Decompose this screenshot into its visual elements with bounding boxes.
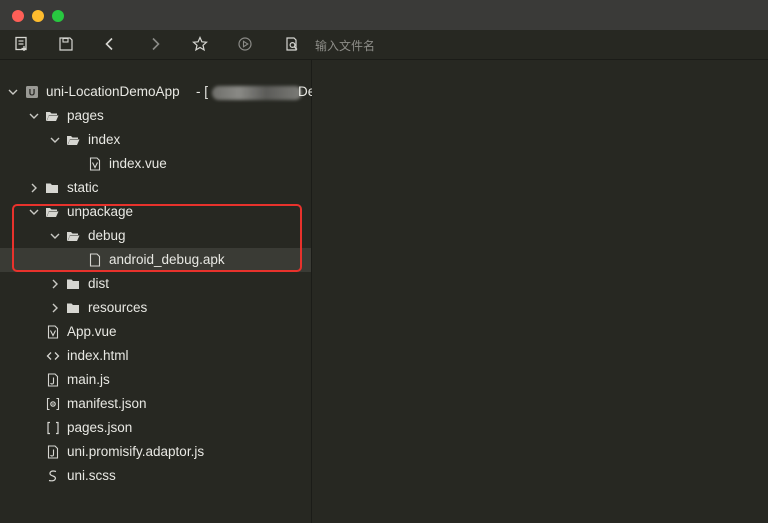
tree-row-resources[interactable]: resources (0, 296, 311, 320)
chevron-right-icon[interactable] (28, 182, 40, 194)
vue-file-icon (89, 157, 101, 171)
tree-row-static[interactable]: static (0, 176, 311, 200)
tree-item-label: resources (88, 300, 148, 315)
json-file-icon (47, 421, 59, 435)
minimize-window-button[interactable] (32, 10, 44, 22)
project-icon: U (26, 86, 38, 98)
toolbar: 输入文件名 (0, 30, 768, 60)
tree-row-pages-json[interactable]: pages.json (0, 416, 311, 440)
js-file-icon (47, 373, 59, 387)
tree-row-main-js[interactable]: main.js (0, 368, 311, 392)
tree-item-label: index.vue (109, 156, 167, 171)
tree-row-uni-scss[interactable]: uni.scss (0, 464, 311, 488)
svg-text:U: U (29, 88, 36, 98)
tree-item-label: static (67, 180, 99, 195)
project-explorer: U uni-LocationDemoApp - [ De pages index… (0, 60, 315, 523)
tree-row-uni-promisify-adaptor-js[interactable]: uni.promisify.adaptor.js (0, 440, 311, 464)
chevron-down-icon[interactable] (7, 86, 19, 98)
tree-row-pages[interactable]: pages (0, 104, 311, 128)
tree-item-label: index.html (67, 348, 129, 363)
tree-row-manifest-json[interactable]: manifest.json (0, 392, 311, 416)
file-search-input[interactable]: 输入文件名 (315, 37, 375, 54)
tree-item-label: pages.json (67, 420, 133, 435)
tree-row-index-html[interactable]: index.html (0, 344, 311, 368)
chevron-down-icon[interactable] (28, 110, 40, 122)
project-name: uni-LocationDemoApp (46, 84, 180, 99)
tree-item-label: manifest.json (67, 396, 147, 411)
search-file-icon[interactable] (282, 35, 302, 53)
tree-row-index-vue[interactable]: index.vue (0, 152, 311, 176)
folder-open-icon (67, 136, 80, 145)
folder-icon (67, 303, 79, 313)
chevron-right-icon[interactable] (49, 302, 61, 314)
tree-row-index-folder[interactable]: index (0, 128, 311, 152)
blurred-redaction (212, 86, 302, 100)
tree-item-label: pages (67, 108, 104, 123)
project-suffix: - [ (196, 84, 208, 99)
scss-file-icon (48, 470, 57, 482)
window-titlebar (0, 0, 768, 31)
tree-item-label: App.vue (67, 324, 117, 339)
folder-open-icon (46, 112, 59, 121)
vue-file-icon (47, 325, 59, 339)
annotation-highlight-box (12, 204, 302, 272)
tree-item-label: dist (88, 276, 110, 291)
run-icon[interactable] (235, 35, 255, 53)
tree-row-dist[interactable]: dist (0, 272, 311, 296)
chevron-down-icon[interactable] (49, 134, 61, 146)
star-icon[interactable] (190, 35, 210, 53)
save-icon[interactable] (56, 35, 76, 53)
close-window-button[interactable] (12, 10, 24, 22)
new-file-icon[interactable] (12, 35, 32, 53)
chevron-right-icon[interactable] (49, 278, 61, 290)
tree-row-app-vue[interactable]: App.vue (0, 320, 311, 344)
tree-row-project[interactable]: U uni-LocationDemoApp - [ De (0, 80, 315, 104)
maximize-window-button[interactable] (52, 10, 64, 22)
tree-item-label: uni.scss (67, 468, 116, 483)
tree-item-label: uni.promisify.adaptor.js (67, 444, 205, 459)
back-icon[interactable] (100, 35, 120, 53)
folder-icon (46, 183, 58, 193)
tree-item-label: main.js (67, 372, 110, 387)
html-file-icon (46, 352, 60, 360)
tree-item-label: index (88, 132, 121, 147)
folder-icon (67, 279, 79, 289)
js-file-icon (47, 445, 59, 459)
manifest-file-icon (46, 397, 60, 411)
forward-icon[interactable] (145, 35, 165, 53)
editor-area[interactable] (312, 60, 768, 523)
